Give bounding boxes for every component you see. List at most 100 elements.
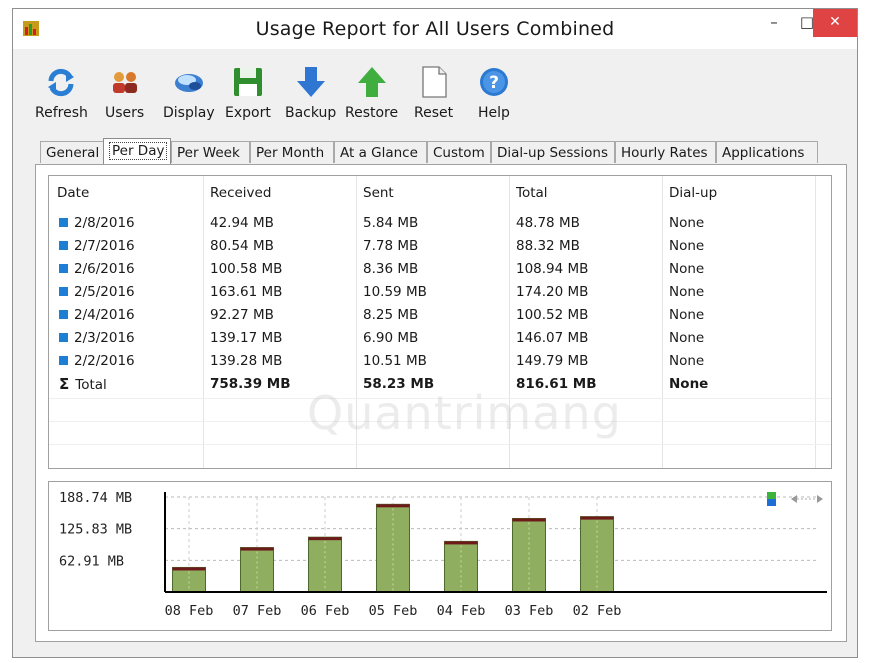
row-dial-up: None	[669, 215, 705, 231]
row-date: 2/5/2016	[74, 284, 135, 300]
col-header-date[interactable]: Date	[57, 182, 89, 205]
title-bar[interactable]: Usage Report for All Users Combined – □ …	[13, 9, 857, 49]
minimize-button[interactable]: –	[758, 9, 790, 37]
row-marker-icon	[59, 333, 68, 342]
table-row[interactable]: 2/2/2016 139.28 MB 10.51 MB 149.79 MB No…	[49, 350, 831, 373]
help-icon: ?	[480, 68, 508, 96]
row-sent: 8.25 MB	[363, 307, 419, 323]
chart-bar-cap	[512, 518, 546, 522]
table-row[interactable]: 2/5/2016 163.61 MB 10.59 MB 174.20 MB No…	[49, 281, 831, 304]
toolbar: Refresh Users Display Export Backup Rest…	[13, 53, 857, 129]
row-received: 139.17 MB	[210, 330, 283, 346]
row-sent: 10.51 MB	[363, 353, 427, 369]
row-dial-up: None	[669, 307, 705, 323]
table-row[interactable]: 2/6/2016 100.58 MB 8.36 MB 108.94 MB Non…	[49, 258, 831, 281]
tab-per-day[interactable]: Per Day	[103, 138, 171, 165]
tab-label: Dial-up Sessions	[497, 145, 608, 161]
col-header-dial-up[interactable]: Dial-up	[669, 182, 717, 205]
reset-button[interactable]: Reset	[414, 65, 453, 121]
usage-table[interactable]: Date Received Sent Total Dial-up 2/8/201…	[48, 175, 832, 469]
row-total: 88.32 MB	[516, 238, 580, 254]
chart-bar-cap	[240, 547, 274, 551]
help-label: Help	[478, 105, 510, 121]
chart-bar-cap	[308, 537, 342, 541]
table-row[interactable]: 2/7/2016 80.54 MB 7.78 MB 88.32 MB None	[49, 235, 831, 258]
col-header-total[interactable]: Total	[516, 182, 548, 205]
tab-applications[interactable]: Applications	[716, 141, 818, 163]
app-window: Usage Report for All Users Combined – □ …	[12, 8, 858, 658]
table-header: Date Received Sent Total Dial-up	[49, 182, 831, 205]
row-date: 2/6/2016	[74, 261, 135, 277]
row-total: 174.20 MB	[516, 284, 589, 300]
row-sent: 10.59 MB	[363, 284, 427, 300]
window-title: Usage Report for All Users Combined	[255, 18, 615, 40]
help-button[interactable]: ? Help	[477, 65, 511, 121]
close-button[interactable]: ✕	[813, 9, 857, 37]
table-row[interactable]: 2/8/2016 42.94 MB 5.84 MB 48.78 MB None	[49, 212, 831, 235]
tab-per-week[interactable]: Per Week	[171, 141, 250, 163]
chart-bar	[512, 517, 546, 593]
row-received: 139.28 MB	[210, 353, 283, 369]
tab-label: Per Day	[109, 142, 168, 160]
refresh-button[interactable]: Refresh	[35, 65, 88, 121]
display-label: Display	[163, 105, 215, 121]
y-tick-label: 188.74 MB	[59, 490, 132, 506]
tab-label: General	[46, 145, 100, 161]
row-dial-up: None	[669, 284, 705, 300]
row-sent: 8.36 MB	[363, 261, 419, 277]
refresh-icon	[48, 68, 75, 97]
table-row[interactable]: 2/4/2016 92.27 MB 8.25 MB 100.52 MB None	[49, 304, 831, 327]
row-marker-icon	[59, 287, 68, 296]
arrow-down-icon	[296, 67, 325, 97]
row-date: 2/2/2016	[74, 353, 135, 369]
tab-hourly-rates[interactable]: Hourly Rates	[615, 141, 716, 163]
tab-label: Per Month	[256, 145, 325, 161]
y-tick-label: 125.83 MB	[59, 522, 132, 538]
legend-green-icon	[767, 492, 776, 499]
col-header-received[interactable]: Received	[210, 182, 271, 205]
backup-button[interactable]: Backup	[285, 65, 336, 121]
tab-label: Hourly Rates	[621, 145, 708, 161]
row-total: 146.07 MB	[516, 330, 589, 346]
sigma-icon: Σ	[59, 375, 70, 393]
tab-dial-up-sessions[interactable]: Dial-up Sessions	[491, 141, 615, 163]
row-dial-up: None	[669, 330, 705, 346]
x-tick-label: 06 Feb	[301, 603, 350, 619]
watermark: Quantrimang	[307, 386, 622, 440]
scroll-right-icon[interactable]	[817, 495, 823, 503]
restore-button[interactable]: Restore	[345, 65, 398, 121]
table-row[interactable]: 2/3/2016 139.17 MB 6.90 MB 146.07 MB Non…	[49, 327, 831, 350]
tab-general[interactable]: General	[40, 141, 104, 163]
chart-bar-cap	[580, 516, 614, 520]
total-received: 758.39 MB	[210, 376, 291, 392]
tab-label: Applications	[722, 145, 805, 161]
y-tick-label: 62.91 MB	[59, 553, 124, 569]
display-button[interactable]: Display	[163, 65, 215, 121]
export-button[interactable]: Export	[225, 65, 271, 121]
total-label: Total	[75, 377, 107, 393]
row-dial-up: None	[669, 238, 705, 254]
row-total: 48.78 MB	[516, 215, 580, 231]
svg-text:?: ?	[489, 73, 499, 93]
row-dial-up: None	[669, 261, 705, 277]
backup-label: Backup	[285, 105, 337, 121]
tab-per-month[interactable]: Per Month	[250, 141, 334, 163]
x-tick-label: 05 Feb	[369, 603, 418, 619]
chart-canvas: 188.74 MB 125.83 MB 62.91 MB 08 Feb 07 Feb 06…	[59, 490, 827, 619]
scroll-left-icon[interactable]	[791, 495, 797, 503]
tab-custom[interactable]: Custom	[427, 141, 491, 163]
row-marker-icon	[59, 264, 68, 273]
tab-at-a-glance[interactable]: At a Glance	[334, 141, 427, 163]
save-disk-icon	[233, 68, 262, 96]
x-tick-label: 02 Feb	[573, 603, 622, 619]
users-button[interactable]: Users	[105, 65, 144, 121]
chart-bar-cap	[376, 504, 410, 508]
chart-legend-controls[interactable]	[767, 492, 823, 506]
col-header-sent[interactable]: Sent	[363, 182, 394, 205]
tab-label: Per Week	[177, 145, 240, 161]
row-received: 100.58 MB	[210, 261, 283, 277]
row-date: 2/7/2016	[74, 238, 135, 254]
x-tick-label: 03 Feb	[505, 603, 554, 619]
row-dial-up: None	[669, 353, 705, 369]
row-date: 2/3/2016	[74, 330, 135, 346]
